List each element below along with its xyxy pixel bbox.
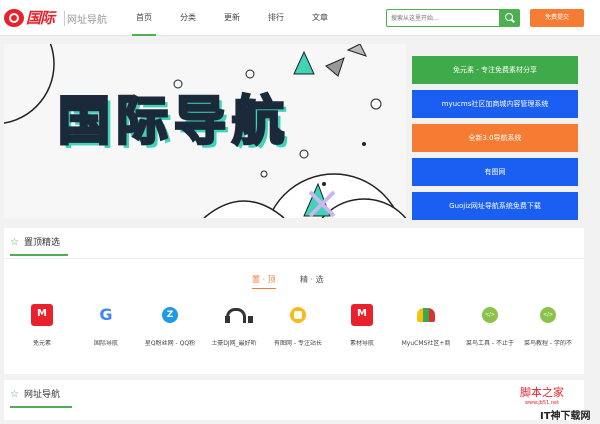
site-label: 素材导航 [349,340,374,347]
nav-categories[interactable]: 分类 [166,0,210,36]
search-input[interactable] [387,10,499,26]
panel-header: ☆ 网址导航 [10,388,72,408]
side-link[interactable]: myucms社区加商城内容管理系统 [412,90,578,118]
nav-articles[interactable]: 文章 [298,0,342,36]
tab-selected[interactable]: 精 · 选 [300,274,324,286]
top-header: 国际 网址导航 首页 分类 更新 排行 文章 免费提交 [0,0,600,36]
tab-pinned[interactable]: 置 · 顶 [252,274,276,289]
side-link[interactable]: 全新3.0导航系统 [412,124,578,152]
nav-ranking[interactable]: 排行 [254,0,298,36]
search-icon[interactable] [499,10,519,26]
side-link[interactable]: 有图网 [412,158,578,186]
site-item[interactable]: 菜鸟教程 - 学的不 [516,304,580,354]
side-link[interactable]: 免元素 - 专注免费素材分享 [412,56,578,84]
code-icon [479,304,501,326]
site-logo[interactable]: 国际 网址导航 [4,7,114,29]
panel-title: 网址导航 [24,390,61,400]
site-item[interactable]: 土豪DJ网_最好听 [202,304,266,354]
site-item[interactable]: 免元素 [10,304,74,354]
site-grid: 免元素 G 国际导航 星Q粉丝网 - QQ粉 土豪DJ网_最好听 有图网 - 专… [10,304,580,354]
google-icon: G [99,305,113,324]
main-nav: 首页 分类 更新 排行 文章 [122,0,342,36]
nav-home[interactable]: 首页 [122,0,166,36]
qzone-icon [159,304,181,326]
site-label: 菜鸟工具 - 不止于 [466,340,514,347]
site-label: MyuCMS社区+商 [401,340,451,347]
star-icon: ☆ [10,389,19,400]
site-label: 国际导航 [93,340,118,347]
logo-brand: 国际 [26,9,55,27]
watermark-text: 脚本之家 [520,386,564,399]
submit-site-button[interactable]: 免费提交 [530,9,584,27]
site-label: 有图网 - 专注站长 [274,340,322,347]
search-box [386,9,520,27]
divider [4,258,584,259]
nav-updates[interactable]: 更新 [210,0,254,36]
site-label: 星Q粉丝网 - QQ粉 [144,340,196,347]
site-label: 土豪DJ网_最好听 [211,340,257,347]
downloader-watermark: IT神下载网 [540,411,591,422]
hero-banner[interactable]: 国际导航 [4,44,406,218]
jb51-watermark: 脚本之家 www.jb51.net [520,384,564,406]
site-item[interactable]: MyuCMS社区+商 [394,304,458,354]
site-item[interactable]: 素材导航 [330,304,394,354]
site-item[interactable]: 有图网 - 专注站长 [266,304,330,354]
watermark-url: www.jb51.net [524,400,560,406]
featured-links: 免元素 - 专注免费素材分享 myucms社区加商城内容管理系统 全新3.0导航… [412,56,578,226]
site-label: 菜鸟教程 - 学的不 [524,340,572,347]
youtu-icon [287,304,309,326]
side-link[interactable]: Guojiz网址导航系统免费下载 [412,192,578,220]
site-item[interactable]: 菜鸟工具 - 不止于 [458,304,522,354]
panel-header: ☆ 置顶精选 [10,236,68,256]
headphones-icon [223,304,253,326]
site-logo-icon [351,304,373,326]
site-logo-icon [31,304,53,326]
site-item[interactable]: G 国际导航 [74,304,138,354]
panel-title: 置顶精选 [24,238,61,248]
myucms-icon [415,304,437,326]
top-picks-panel: ☆ 置顶精选 置 · 顶 精 · 选 免元素 G 国际导航 星Q粉丝网 - QQ… [4,228,584,374]
site-item[interactable]: 星Q粉丝网 - QQ粉 [138,304,202,354]
site-nav-panel: ☆ 网址导航 [4,380,584,420]
logo-mark-icon [4,9,24,27]
banner-title: 国际导航 [56,91,291,154]
code-icon [537,304,559,326]
site-label: 免元素 [32,340,51,347]
logo-subtitle: 网址导航 [64,11,107,26]
star-icon: ☆ [10,237,19,248]
